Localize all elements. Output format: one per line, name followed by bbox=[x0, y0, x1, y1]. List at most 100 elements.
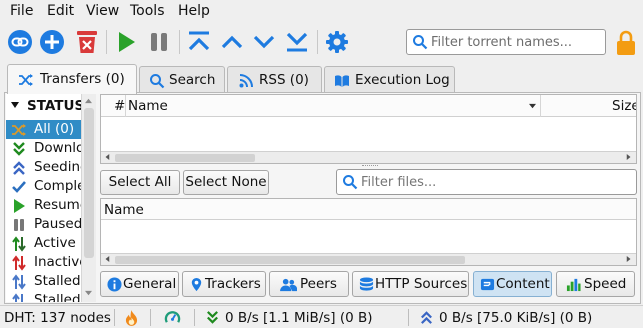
sidebar-item-active[interactable]: Active (0) bbox=[6, 234, 83, 253]
tab-transfers[interactable]: Transfers (0) bbox=[7, 64, 137, 94]
tab-http-sources[interactable]: HTTP Sources bbox=[352, 271, 469, 297]
resume-button[interactable] bbox=[112, 28, 140, 56]
scrollbar-thumb[interactable] bbox=[115, 256, 465, 264]
files-table[interactable]: Name bbox=[100, 198, 637, 266]
sidebar-item-label: Resumed (0) bbox=[34, 197, 83, 213]
tab-content-label: Content bbox=[496, 276, 550, 292]
sidebar-item-downloading[interactable]: Downloading (0) bbox=[6, 139, 83, 158]
toolbar-separator bbox=[317, 30, 318, 54]
tab-peers-label: Peers bbox=[300, 276, 337, 292]
filter-torrents-field[interactable] bbox=[406, 29, 606, 55]
tab-content[interactable]: Content bbox=[473, 271, 552, 297]
scroll-left-arrow-icon bbox=[105, 256, 110, 262]
shuffle-icon bbox=[19, 74, 33, 86]
scroll-up-arrow-icon bbox=[85, 98, 92, 104]
dht-nodes-status: DHT: 137 nodes bbox=[4, 310, 111, 326]
sidebar-item-resumed[interactable]: Resumed (0) bbox=[6, 196, 83, 215]
menu-help[interactable]: Help bbox=[178, 3, 210, 19]
updown-arrows-blue-icon bbox=[12, 293, 23, 302]
lock-button[interactable] bbox=[612, 28, 636, 56]
move-bottom-icon bbox=[286, 32, 308, 52]
rss-icon bbox=[239, 74, 253, 88]
sidebar-scrollbar[interactable] bbox=[81, 94, 96, 302]
sidebar-item-completed[interactable]: Completed (0) bbox=[6, 177, 83, 196]
scrollbar-thumb[interactable] bbox=[115, 154, 255, 162]
tab-trackers[interactable]: Trackers bbox=[182, 271, 266, 297]
files-table-hscrollbar[interactable] bbox=[101, 253, 636, 265]
connection-status-icon[interactable] bbox=[125, 309, 138, 326]
column-header-number[interactable]: # bbox=[114, 98, 125, 114]
scroll-left-arrow-icon bbox=[105, 154, 110, 160]
database-icon bbox=[359, 277, 374, 291]
torrent-table-hscrollbar[interactable] bbox=[101, 151, 636, 163]
move-up-button[interactable] bbox=[218, 28, 246, 56]
sidebar-item-label: Downloading (0) bbox=[34, 140, 83, 156]
tab-speed[interactable]: Speed bbox=[556, 271, 635, 297]
move-top-icon bbox=[188, 31, 210, 51]
tab-peers[interactable]: Peers bbox=[269, 271, 349, 297]
sidebar-item-label: Completed (0) bbox=[34, 178, 83, 194]
sidebar-item-inactive[interactable]: Inactive (0) bbox=[6, 253, 83, 272]
download-speed-status: 0 B/s [1.1 MiB/s] (0 B) bbox=[225, 310, 373, 326]
shuffle-icon bbox=[12, 124, 26, 136]
move-to-top-button[interactable] bbox=[185, 28, 213, 56]
menu-tools[interactable]: Tools bbox=[130, 3, 165, 19]
menu-file[interactable]: File bbox=[10, 3, 33, 19]
menu-edit[interactable]: Edit bbox=[47, 3, 74, 19]
speed-limit-toggle[interactable] bbox=[164, 309, 181, 326]
sidebar-item-stalled-uploading[interactable]: Stalled Uploading (0) bbox=[6, 291, 83, 302]
tab-search-label: Search bbox=[169, 72, 216, 88]
play-icon bbox=[14, 199, 25, 213]
speedometer-icon bbox=[164, 311, 181, 323]
add-torrent-button[interactable] bbox=[38, 28, 66, 56]
plus-icon bbox=[40, 30, 64, 54]
sidebar-item-paused[interactable]: Paused (0) bbox=[6, 215, 83, 234]
pause-icon bbox=[151, 33, 167, 51]
search-icon bbox=[413, 35, 428, 50]
sidebar-item-seeding[interactable]: Seeding (0) bbox=[6, 158, 83, 177]
sidebar-item-all[interactable]: All (0) bbox=[6, 120, 83, 139]
sidebar-item-stalled[interactable]: Stalled (0) bbox=[6, 272, 83, 291]
scrollbar-thumb[interactable] bbox=[84, 108, 94, 258]
column-header-name[interactable]: Name bbox=[104, 202, 144, 218]
move-down-button[interactable] bbox=[250, 28, 278, 56]
sidebar-item-label: All (0) bbox=[34, 121, 75, 137]
status-bar: DHT: 137 nodes 0 B/s [1.1 MiB/s] (0 B) 0… bbox=[0, 305, 643, 328]
pause-button[interactable] bbox=[145, 28, 173, 56]
move-to-bottom-button[interactable] bbox=[283, 28, 311, 56]
delete-button[interactable] bbox=[73, 28, 101, 56]
scroll-right-arrow-icon bbox=[626, 154, 631, 160]
tab-rss[interactable]: RSS (0) bbox=[227, 66, 322, 93]
gear-icon bbox=[326, 31, 348, 53]
search-icon bbox=[343, 175, 358, 190]
torrent-table-header: # Name Size bbox=[101, 95, 636, 117]
menu-view[interactable]: View bbox=[86, 3, 119, 19]
toolbar-separator bbox=[179, 30, 180, 54]
info-icon bbox=[107, 277, 122, 292]
files-table-header: Name bbox=[101, 199, 636, 220]
status-header: STATUS bbox=[27, 98, 85, 114]
collapse-arrow-icon[interactable] bbox=[10, 100, 20, 110]
tab-general[interactable]: General bbox=[100, 271, 179, 297]
filter-torrents-input[interactable] bbox=[431, 33, 603, 51]
torrent-list-table[interactable]: # Name Size bbox=[100, 94, 637, 164]
tab-search[interactable]: Search bbox=[139, 66, 225, 93]
options-button[interactable] bbox=[323, 28, 351, 56]
filter-files-field[interactable] bbox=[336, 169, 637, 195]
tab-trackers-label: Trackers bbox=[205, 276, 261, 292]
scroll-right-arrow-icon bbox=[626, 256, 631, 262]
tab-execution-log[interactable]: Execution Log bbox=[324, 66, 455, 93]
select-all-button[interactable]: Select All bbox=[100, 170, 180, 195]
splitter-handle[interactable] bbox=[362, 165, 378, 168]
filter-files-input[interactable] bbox=[361, 173, 631, 191]
column-header-name[interactable]: Name bbox=[128, 98, 168, 114]
chevron-down-icon bbox=[253, 35, 275, 49]
column-header-size[interactable]: Size bbox=[612, 98, 636, 114]
bar-chart-icon bbox=[566, 278, 581, 292]
add-link-button[interactable] bbox=[6, 28, 34, 56]
double-chevron-up-icon bbox=[13, 161, 25, 175]
select-none-button[interactable]: Select None bbox=[183, 170, 269, 195]
link-icon bbox=[8, 30, 32, 54]
trash-icon bbox=[77, 31, 97, 53]
tab-execution-log-label: Execution Log bbox=[355, 72, 450, 88]
